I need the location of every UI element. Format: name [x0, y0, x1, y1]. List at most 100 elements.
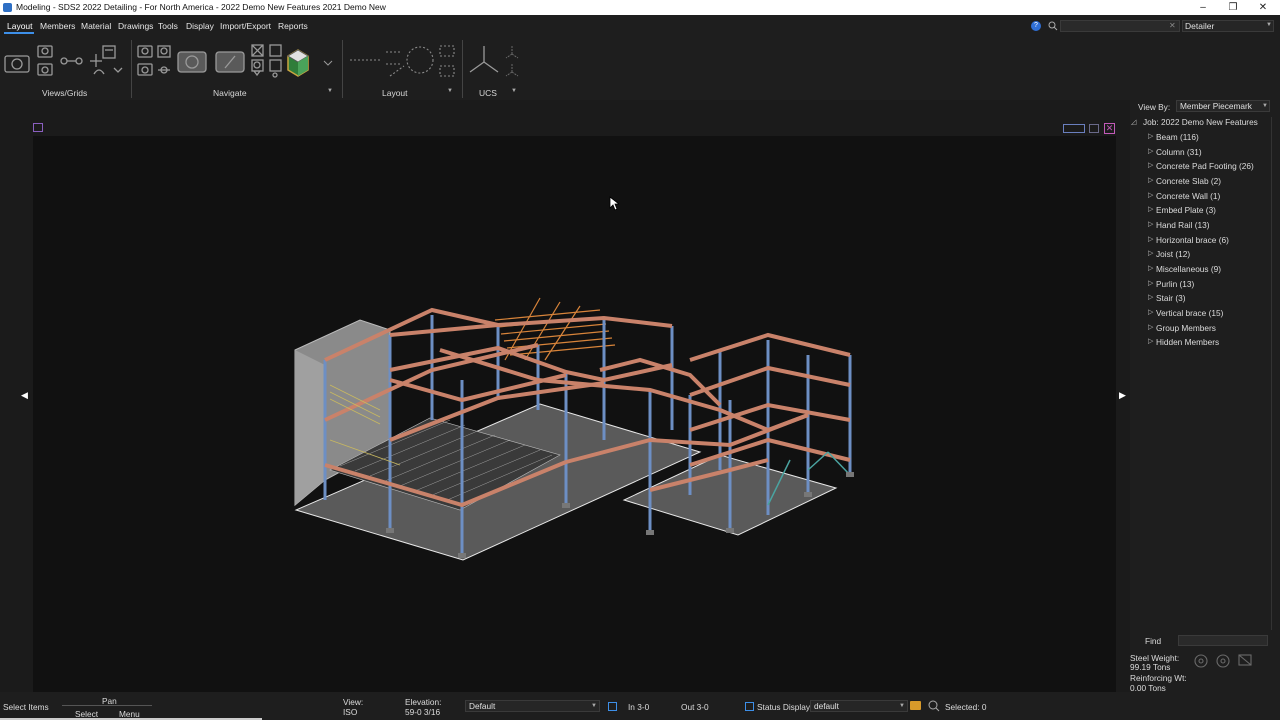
- chevron-down-icon[interactable]: ▼: [1262, 103, 1268, 109]
- collapse-left-icon[interactable]: ◀: [21, 390, 28, 401]
- selected-count: Selected: 0: [945, 702, 987, 712]
- left-gutter: [0, 100, 33, 692]
- tree-item-group-members[interactable]: Group Members: [1156, 323, 1216, 333]
- depth-out-value[interactable]: Out 3-0: [681, 702, 709, 712]
- tree-item-hand-rail[interactable]: Hand Rail (13): [1156, 220, 1210, 230]
- layer-select[interactable]: Default: [465, 700, 600, 712]
- weight-tools-icons[interactable]: [1193, 653, 1259, 669]
- panel-scrollbar[interactable]: [1271, 117, 1277, 630]
- expand-arrow-icon[interactable]: ▷: [1148, 337, 1153, 345]
- app-icon: [3, 3, 12, 12]
- navigate-icons[interactable]: [136, 42, 336, 82]
- restore-button[interactable]: ❐: [1218, 0, 1248, 15]
- chevron-down-icon[interactable]: ▼: [591, 703, 597, 709]
- menu-reports[interactable]: Reports: [278, 21, 308, 31]
- expand-arrow-icon[interactable]: ▷: [1148, 293, 1153, 301]
- expand-arrow-icon[interactable]: ▷: [1148, 323, 1153, 331]
- chevron-down-icon[interactable]: ▼: [899, 703, 905, 709]
- expand-arrow-icon[interactable]: ◿: [1131, 118, 1136, 126]
- close-button[interactable]: ✕: [1248, 0, 1278, 15]
- steel-model-render: [294, 297, 854, 561]
- tree-item-vertical-brace[interactable]: Vertical brace (15): [1156, 308, 1223, 318]
- tree-item-concrete-slab[interactable]: Concrete Slab (2): [1156, 176, 1221, 186]
- view-by-select[interactable]: Member Piecemark: [1176, 100, 1270, 112]
- tree-item-stair[interactable]: Stair (3): [1156, 293, 1186, 303]
- group-label-ucs: UCS: [479, 88, 497, 98]
- expand-arrow-icon[interactable]: ▷: [1148, 132, 1153, 140]
- title-bar: Modeling - SDS2 2022 Detailing - For Nor…: [0, 0, 1280, 15]
- zoom-selection-icon[interactable]: [928, 700, 940, 712]
- folder-icon[interactable]: [910, 701, 921, 710]
- menu-import-export[interactable]: Import/Export: [220, 21, 271, 31]
- expand-arrow-icon[interactable]: ▷: [1148, 235, 1153, 243]
- search-icon[interactable]: [1048, 21, 1058, 31]
- split-view-icon[interactable]: [1063, 124, 1085, 133]
- tree-item-horizontal-brace[interactable]: Horizontal brace (6): [1156, 235, 1229, 245]
- mouse-cursor-icon: [609, 196, 619, 211]
- view-label: View:: [343, 697, 364, 707]
- layout-expand-icon[interactable]: ▼: [447, 88, 453, 94]
- expand-arrow-icon[interactable]: ▷: [1148, 279, 1153, 287]
- mode-indicator: Select Items: [3, 702, 49, 712]
- chevron-down-icon[interactable]: ▼: [1266, 22, 1272, 28]
- find-label: Find: [1145, 636, 1162, 646]
- expand-arrow-icon[interactable]: ▷: [1148, 220, 1153, 228]
- expand-arrow-icon[interactable]: ▷: [1148, 191, 1153, 199]
- maximize-view-icon[interactable]: [1089, 124, 1099, 133]
- minimize-button[interactable]: –: [1188, 0, 1218, 15]
- tree-item-joist[interactable]: Joist (12): [1156, 249, 1190, 259]
- expand-arrow-icon[interactable]: ▷: [1148, 147, 1153, 155]
- tree-item-embed-plate[interactable]: Embed Plate (3): [1156, 205, 1216, 215]
- menu-material[interactable]: Material: [81, 21, 111, 31]
- help-icon[interactable]: ?: [1031, 21, 1041, 31]
- window-title: Modeling - SDS2 2022 Detailing - For Nor…: [16, 2, 386, 12]
- tree-item-beam[interactable]: Beam (116): [1156, 132, 1199, 142]
- reinforcing-weight-label: Reinforcing Wt:: [1130, 673, 1187, 683]
- close-view-icon[interactable]: ✕: [1104, 123, 1115, 134]
- elevation-value: 59-0 3/16: [405, 707, 441, 717]
- views-grids-icons[interactable]: [2, 42, 128, 82]
- ribbon-separator: [131, 40, 132, 98]
- clear-search-icon[interactable]: ✕: [1169, 21, 1176, 30]
- expand-arrow-icon[interactable]: ▷: [1148, 161, 1153, 169]
- group-label-views-grids: Views/Grids: [42, 88, 88, 98]
- group-label-layout: Layout: [382, 88, 408, 98]
- tree-item-column[interactable]: Column (31): [1156, 147, 1202, 157]
- status-display-checkbox[interactable]: [745, 702, 754, 711]
- expand-arrow-icon[interactable]: ▷: [1148, 205, 1153, 213]
- menu-drawings[interactable]: Drawings: [118, 21, 153, 31]
- menu-display[interactable]: Display: [186, 21, 214, 31]
- menu-layout[interactable]: Layout: [7, 21, 33, 31]
- view-by-label: View By:: [1138, 102, 1171, 112]
- ribbon-separator: [342, 40, 343, 98]
- depth-check-icon[interactable]: [608, 702, 617, 711]
- menu-members[interactable]: Members: [40, 21, 75, 31]
- view-value: ISO: [343, 707, 358, 717]
- expand-arrow-icon[interactable]: ▷: [1148, 308, 1153, 316]
- navigate-expand-icon[interactable]: ▼: [327, 88, 333, 94]
- search-input[interactable]: [1060, 20, 1180, 32]
- ucs-icons[interactable]: [466, 42, 526, 82]
- member-tree-panel: [1130, 100, 1280, 692]
- tree-item-concrete-wall[interactable]: Concrete Wall (1): [1156, 191, 1220, 201]
- depth-in-value[interactable]: In 3-0: [628, 702, 649, 712]
- profile-select[interactable]: Detailer: [1182, 20, 1274, 32]
- expand-arrow-icon[interactable]: ▷: [1148, 176, 1153, 184]
- expand-arrow-icon[interactable]: ▷: [1148, 249, 1153, 257]
- steel-weight-value: 99.19 Tons: [1130, 662, 1171, 672]
- tree-item-hidden-members[interactable]: Hidden Members: [1156, 337, 1219, 347]
- 3d-model-viewport[interactable]: [33, 136, 1116, 692]
- menu-tools[interactable]: Tools: [158, 21, 178, 31]
- find-input[interactable]: [1178, 635, 1268, 646]
- layout-icons[interactable]: [346, 42, 461, 82]
- ucs-expand-icon[interactable]: ▼: [511, 88, 517, 94]
- active-tab-indicator: [4, 32, 34, 34]
- tree-item-miscellaneous[interactable]: Miscellaneous (9): [1156, 264, 1221, 274]
- tree-item-concrete-pad-footing[interactable]: Concrete Pad Footing (26): [1156, 161, 1254, 171]
- expand-arrow-icon[interactable]: ▷: [1148, 264, 1153, 272]
- view-tab-icon[interactable]: [33, 123, 43, 132]
- tree-root-job[interactable]: Job: 2022 Demo New Features: [1143, 117, 1258, 127]
- status-display-select[interactable]: default: [810, 700, 908, 712]
- tree-item-purlin[interactable]: Purlin (13): [1156, 279, 1194, 289]
- collapse-right-icon[interactable]: ▶: [1119, 390, 1126, 401]
